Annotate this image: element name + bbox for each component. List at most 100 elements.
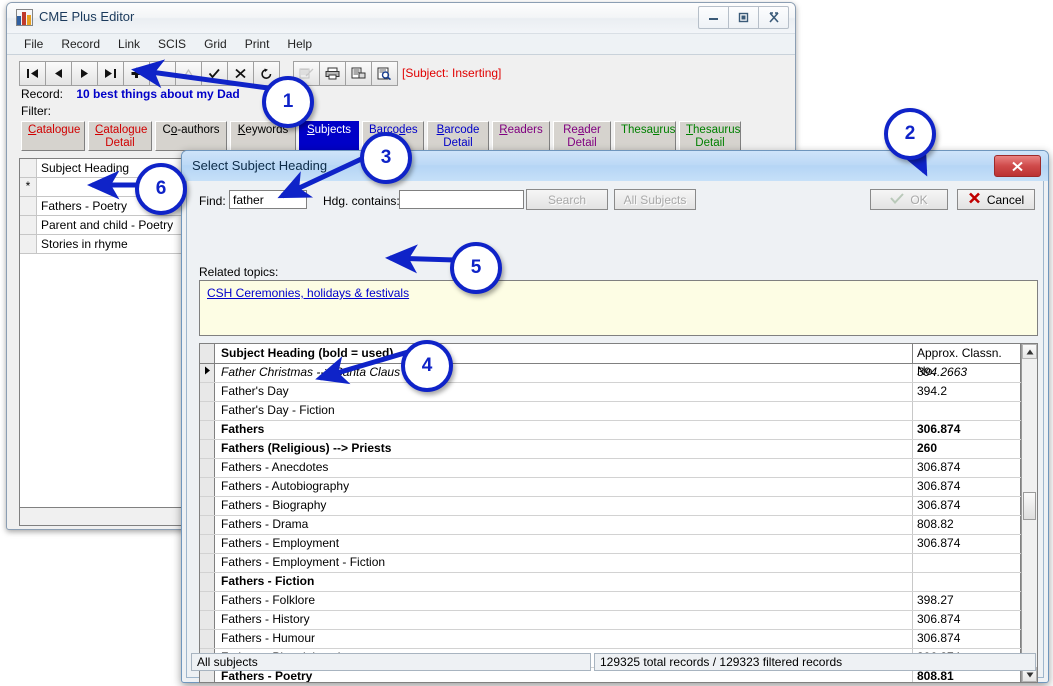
callout-1: 1 — [262, 76, 314, 128]
table-row[interactable]: Fathers - Folklore 398.27 — [200, 592, 1037, 611]
table-cell-subject-heading: Father's Day - Fiction — [215, 402, 913, 420]
table-cell-subject-heading: Fathers - Employment — [215, 535, 913, 553]
table-row[interactable]: Fathers - History 306.874 — [200, 611, 1037, 630]
row-marker — [200, 421, 215, 439]
scroll-up-arrow-icon[interactable] — [1022, 344, 1037, 359]
tab-thesaurus[interactable]: Thesaurus — [614, 121, 676, 151]
print-icon[interactable] — [319, 60, 346, 86]
table-cell-subject-heading: Fathers - Biography — [215, 497, 913, 515]
table-cell-subject-heading: Fathers - Folklore — [215, 592, 913, 610]
check-icon — [890, 192, 905, 207]
table-cell-classn — [913, 554, 1021, 572]
cancel-edit-icon[interactable] — [227, 60, 254, 86]
table-row[interactable]: Fathers (Religious) --> Priests 260 — [200, 440, 1037, 459]
table-row[interactable]: Father Christmas --> Santa Claus 394.2663 — [200, 364, 1037, 383]
tab-reader-detail[interactable]: Reader Detail — [553, 121, 611, 151]
menu-item-file[interactable]: File — [15, 35, 52, 53]
table-cell-subject-heading: Fathers - Humour — [215, 630, 913, 648]
toolbar-status-text: [Subject: Inserting] — [402, 66, 502, 80]
grid-cell-value[interactable]: Parent and child - Poetry — [37, 216, 173, 234]
last-record-icon[interactable] — [97, 60, 124, 86]
row-marker — [20, 216, 37, 234]
close-button[interactable] — [758, 6, 789, 29]
related-topic-link[interactable]: CSH Ceremonies, holidays & festivals — [207, 286, 409, 300]
table-cell-subject-heading: Fathers — [215, 421, 913, 439]
table-header-subject-heading: Subject Heading (bold = used) — [215, 344, 913, 363]
previous-record-icon[interactable] — [45, 60, 72, 86]
table-row[interactable]: Father's Day - Fiction — [200, 402, 1037, 421]
minimize-button[interactable] — [698, 6, 729, 29]
grid-header-marker — [20, 159, 37, 177]
menu-item-record[interactable]: Record — [52, 35, 109, 53]
row-marker-new: * — [20, 178, 37, 196]
dialog-close-icon[interactable] — [994, 155, 1041, 177]
table-row[interactable]: Fathers - Employment - Fiction — [200, 554, 1037, 573]
tab-readers[interactable]: Readers — [492, 121, 550, 151]
tab-co-authors[interactable]: Co-authors — [155, 121, 227, 151]
toolbar: [Subject: Inserting] — [7, 55, 795, 91]
tab-thesaurus-detail[interactable]: Thesaurus Detail — [679, 121, 741, 151]
print-preview-icon[interactable] — [371, 60, 398, 86]
subject-heading-table[interactable]: Subject Heading (bold = used) Approx. Cl… — [199, 343, 1038, 683]
ok-button[interactable]: OK — [870, 189, 948, 210]
menu-item-help[interactable]: Help — [278, 35, 321, 53]
table-cell-subject-heading: Fathers (Religious) --> Priests — [215, 440, 913, 458]
insert-record-icon[interactable] — [123, 60, 150, 86]
menu-item-scis[interactable]: SCIS — [149, 35, 195, 53]
print-setup-icon[interactable] — [345, 60, 372, 86]
tab-catalogue-label: atalogue — [36, 124, 81, 136]
table-row[interactable]: Fathers - Autobiography 306.874 — [200, 478, 1037, 497]
table-cell-subject-heading: Fathers - Anecdotes — [215, 459, 913, 477]
cancel-button[interactable]: Cancel — [957, 189, 1035, 210]
app-icon — [16, 9, 33, 26]
table-cell-subject-heading: Father's Day — [215, 383, 913, 401]
menu-item-print[interactable]: Print — [236, 35, 279, 53]
table-row[interactable]: Fathers - Employment 306.874 — [200, 535, 1037, 554]
next-record-icon[interactable] — [71, 60, 98, 86]
table-row[interactable]: Fathers - Biography 306.874 — [200, 497, 1037, 516]
table-cell-classn: 394.2663 — [913, 364, 1021, 382]
grid-header-label: Subject Heading — [41, 161, 130, 175]
table-row[interactable]: Fathers - Drama 808.82 — [200, 516, 1037, 535]
filter-line: Filter: — [21, 104, 51, 118]
tab-catalogue[interactable]: Catalogue — [21, 121, 85, 151]
grid-row[interactable]: Parent and child - Poetry — [20, 216, 196, 235]
related-topics-label: Related topics: — [199, 265, 279, 279]
dialog-title: Select Subject Heading — [192, 158, 328, 173]
tab-catalogue-detail[interactable]: Catalogue Detail — [88, 121, 152, 151]
status-left: All subjects — [191, 653, 591, 671]
delete-record-icon[interactable] — [149, 60, 176, 86]
row-current-marker-icon — [200, 364, 215, 382]
table-row[interactable]: Fathers - Humour 306.874 — [200, 630, 1037, 649]
table-row[interactable]: Fathers - Anecdotes 306.874 — [200, 459, 1037, 478]
hdg-contains-label: Hdg. contains: — [323, 194, 400, 208]
menu-item-link[interactable]: Link — [109, 35, 149, 53]
table-cell-subject-heading: Fathers - Fiction — [215, 573, 913, 591]
grid-cell-value[interactable]: Fathers - Poetry — [37, 197, 127, 215]
hdg-contains-input[interactable] — [399, 190, 524, 209]
tab-barcode-detail[interactable]: Barcode Detail — [427, 121, 489, 151]
scrollbar-thumb[interactable] — [1023, 492, 1036, 520]
find-input[interactable] — [229, 190, 307, 209]
table-row[interactable]: Father's Day 394.2 — [200, 383, 1037, 402]
table-header-marker — [200, 344, 215, 363]
table-row[interactable]: Fathers - Fiction — [200, 573, 1037, 592]
grid-cell-value[interactable] — [37, 178, 41, 196]
app-title: CME Plus Editor — [39, 9, 135, 24]
tab-subjects[interactable]: Subjects — [299, 121, 359, 151]
table-cell-classn: 260 — [913, 440, 1021, 458]
row-marker — [200, 383, 215, 401]
post-edit-icon[interactable] — [201, 60, 228, 86]
first-record-icon[interactable] — [19, 60, 46, 86]
table-cell-classn — [913, 573, 1021, 591]
grid-cell-value[interactable]: Stories in rhyme — [37, 235, 128, 253]
all-subjects-button[interactable]: All Subjects — [614, 189, 696, 210]
table-body: Father Christmas --> Santa Claus 394.2663… — [200, 364, 1037, 682]
grid-row[interactable]: Stories in rhyme — [20, 235, 196, 254]
table-vertical-scrollbar[interactable] — [1021, 344, 1037, 682]
table-row[interactable]: Fathers 306.874 — [200, 421, 1037, 440]
maximize-button[interactable] — [728, 6, 759, 29]
table-cell-classn: 394.2 — [913, 383, 1021, 401]
menu-item-grid[interactable]: Grid — [195, 35, 236, 53]
search-button[interactable]: Search — [526, 189, 608, 210]
